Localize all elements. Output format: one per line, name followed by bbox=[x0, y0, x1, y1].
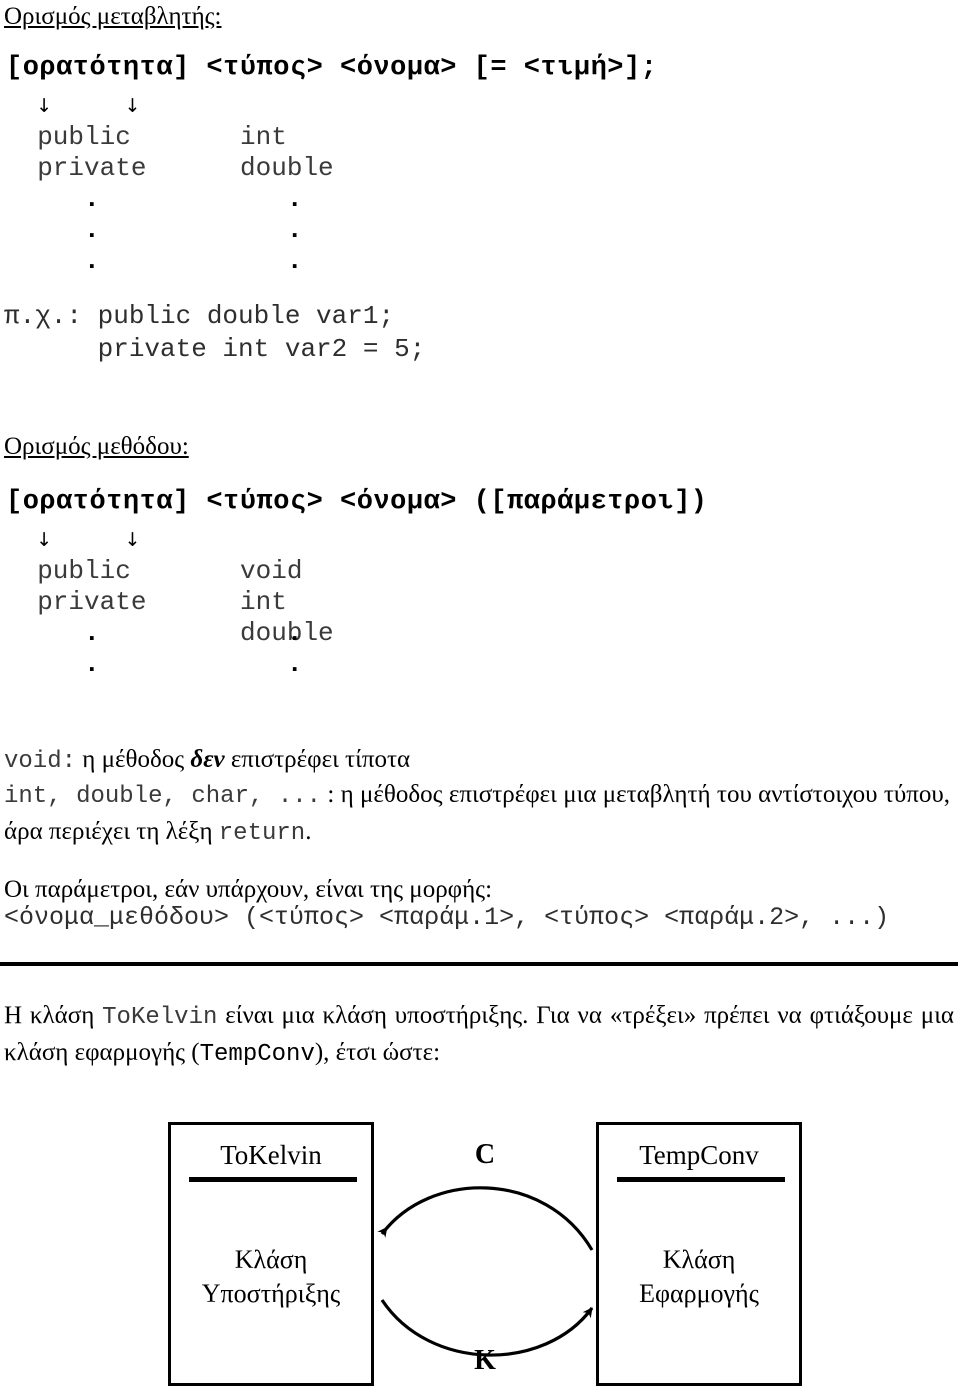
class-box-tempconv-role-line-1: Κλάση bbox=[662, 1245, 736, 1274]
return-keyword: return bbox=[218, 820, 306, 847]
class-relationship-diagram: ToKelvin Κλάση Υποστήριξης TempConv Κλάσ… bbox=[0, 1110, 960, 1386]
tokelvin-text-1: Η κλάση bbox=[4, 1002, 103, 1029]
parameters-form-line: <όνομα_μεθόδου> (<τύπος> <παράμ.1>, <τύπ… bbox=[4, 903, 890, 932]
arrow-label-celsius: C bbox=[474, 1139, 496, 1170]
void-explanation: void: η μέθοδος δεν επιστρέφει τίποτα bbox=[4, 742, 956, 779]
class-box-tempconv-title-rule bbox=[617, 1177, 785, 1182]
class-box-tempconv-role: Κλάση Εφαρμογής bbox=[599, 1243, 799, 1311]
class-box-tokelvin-role-line-1: Κλάση bbox=[234, 1245, 308, 1274]
void-text-mid: η μέθοδος bbox=[76, 746, 191, 773]
return-types-period: . bbox=[305, 818, 312, 845]
class-box-tokelvin-title: ToKelvin bbox=[220, 1140, 322, 1170]
variable-ellipsis-dots: . . . . . . bbox=[84, 184, 303, 276]
return-types-keywords: int, double, char, ... bbox=[4, 783, 322, 810]
method-ellipsis-dots: . . . . bbox=[84, 618, 303, 679]
class-box-tokelvin-role: Κλάση Υποστήριξης bbox=[171, 1243, 371, 1311]
void-keyword: void: bbox=[4, 748, 77, 775]
return-types-explanation: int, double, char, ... : η μέθοδος επιστ… bbox=[4, 777, 950, 851]
method-down-arrows: ↓ ↓ bbox=[6, 529, 141, 551]
class-box-tokelvin: ToKelvin Κλάση Υποστήριξης bbox=[168, 1122, 374, 1386]
section-divider bbox=[0, 962, 958, 966]
void-text-bold: δεν bbox=[190, 746, 225, 773]
document-page: Ορισμός μεταβλητής: [ορατότητα] <τύπος> … bbox=[0, 0, 960, 1386]
class-box-tempconv-title: TempConv bbox=[639, 1140, 759, 1170]
arrow-c-path bbox=[377, 1186, 594, 1251]
void-text-post: επιστρέφει τίποτα bbox=[224, 746, 411, 773]
method-definition-heading: Ορισμός μεθόδου: bbox=[4, 433, 189, 460]
class-box-tempconv-role-line-2: Εφαρμογής bbox=[639, 1279, 759, 1308]
variable-keyword-columns: public int private double bbox=[37, 122, 334, 183]
variable-example-block: π.χ.: public double var1; private int va… bbox=[4, 301, 426, 364]
variable-syntax-line: [ορατότητα] <τύπος> <όνομα> [= <τιμή>]; bbox=[6, 53, 658, 83]
method-syntax-line: [ορατότητα] <τύπος> <όνομα> ([παράμετροι… bbox=[6, 487, 708, 517]
arrow-label-kelvin: K bbox=[474, 1345, 496, 1376]
class-box-tokelvin-role-line-2: Υποστήριξης bbox=[201, 1279, 341, 1308]
tempconv-class-name: TempConv bbox=[199, 1041, 315, 1068]
tokelvin-text-3: ), έτσι ώστε: bbox=[314, 1039, 441, 1066]
tokelvin-class-name: ToKelvin bbox=[102, 1004, 218, 1031]
variable-definition-heading: Ορισμός μεταβλητής: bbox=[4, 3, 222, 30]
variable-down-arrows: ↓ ↓ bbox=[6, 95, 141, 117]
tokelvin-paragraph: Η κλάση ToKelvin είναι μια κλάση υποστήρ… bbox=[4, 998, 954, 1072]
class-box-tempconv: TempConv Κλάση Εφαρμογής bbox=[596, 1122, 802, 1386]
class-box-tokelvin-title-rule bbox=[189, 1177, 357, 1182]
